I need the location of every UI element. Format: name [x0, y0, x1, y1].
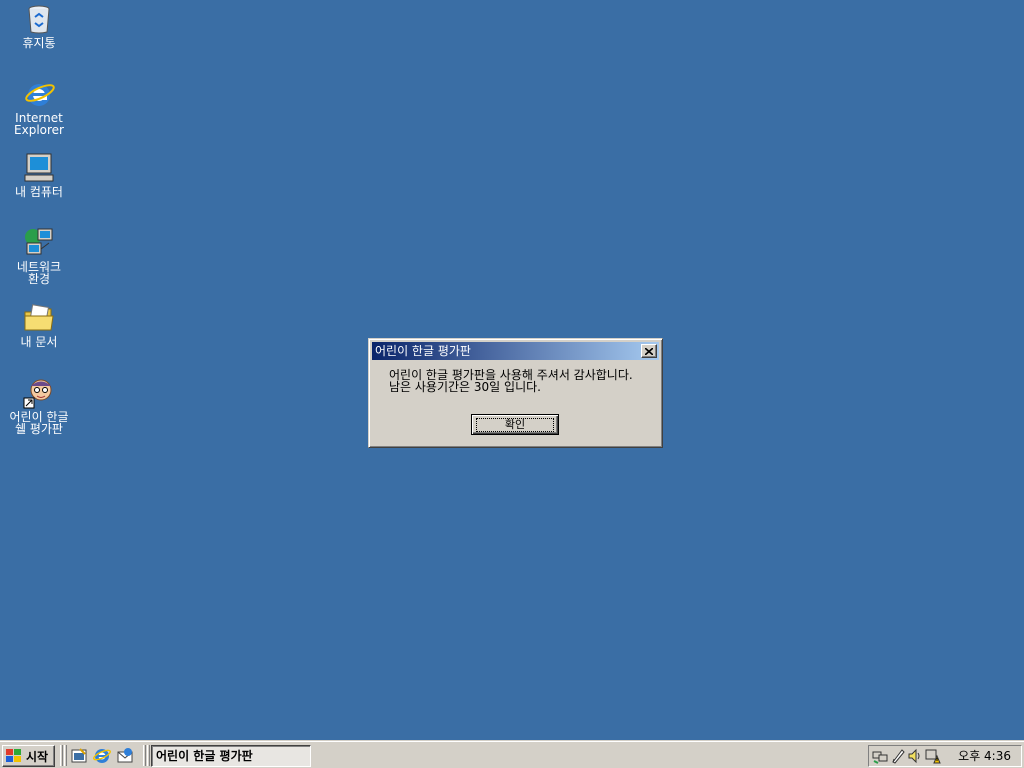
clock[interactable]: 오후 4:36	[958, 746, 1011, 766]
network-neighborhood-icon	[23, 227, 55, 259]
internet-explorer-icon[interactable]	[93, 747, 111, 765]
desktop-icon-label: Internet Explorer	[14, 111, 64, 137]
trial-notice-dialog: 어린이 한글 평가판 어린이 한글 평가판을 사용해 주셔서 감사합니다. 남은…	[368, 338, 663, 448]
windows-logo-icon	[6, 749, 21, 762]
recycle-bin-icon	[23, 3, 55, 35]
volume-icon[interactable]	[907, 748, 923, 764]
kids-hangul-shortcut-icon	[23, 377, 55, 409]
dialog-titlebar[interactable]: 어린이 한글 평가판	[372, 342, 659, 360]
ok-button[interactable]: 확인	[471, 414, 559, 435]
taskbar-button-label: 어린이 한글 평가판	[156, 749, 253, 763]
desktop-icon-label: 어린이 한글 쉘 평가판	[9, 410, 69, 436]
dialog-title: 어린이 한글 평가판	[375, 344, 471, 358]
internet-explorer-icon	[23, 78, 55, 110]
desktop-icon-label: 네트워크 환경	[16, 260, 62, 286]
taskbar-button-kids-hangul[interactable]: 어린이 한글 평가판	[151, 745, 311, 767]
dialog-close-button[interactable]	[641, 344, 657, 358]
start-button[interactable]: 시작	[2, 745, 55, 767]
desktop-icon-label: 내 문서	[20, 335, 58, 349]
desktop-icon-kids-hangul[interactable]: 어린이 한글 쉘 평가판	[1, 377, 77, 435]
taskbar-grip[interactable]	[64, 745, 67, 766]
taskbar-grip[interactable]	[147, 745, 150, 766]
desktop-icon-network[interactable]: 네트워크 환경	[1, 227, 77, 285]
desktop-icon-internet-explorer[interactable]: Internet Explorer	[1, 78, 77, 136]
taskbar-grip[interactable]	[143, 745, 146, 766]
ok-button-label: 확인	[475, 417, 555, 432]
dialog-message: 어린이 한글 평가판을 사용해 주셔서 감사합니다. 남은 사용기간은 30일 …	[389, 369, 659, 393]
pen-tray-icon[interactable]	[890, 748, 906, 764]
close-icon	[645, 347, 653, 355]
taskbar-grip[interactable]	[60, 745, 63, 766]
outlook-express-icon[interactable]	[116, 747, 134, 765]
dialog-message-line2: 남은 사용기간은 30일 입니다.	[389, 380, 541, 394]
desktop-icon-label: 내 컴퓨터	[15, 185, 63, 199]
desktop-icon-label: 휴지통	[22, 36, 56, 50]
start-label: 시작	[26, 749, 49, 764]
desktop-icon-recycle-bin[interactable]: 휴지통	[1, 3, 77, 49]
warning-tray-icon[interactable]	[925, 748, 941, 764]
my-computer-icon	[23, 152, 55, 184]
desktop-icon-my-computer[interactable]: 내 컴퓨터	[1, 152, 77, 198]
network-tray-icon[interactable]	[872, 748, 888, 764]
system-tray: 오후 4:36	[868, 745, 1022, 767]
show-desktop-icon[interactable]	[70, 747, 88, 765]
desktop-icon-my-documents[interactable]: 내 문서	[1, 302, 77, 348]
my-documents-icon	[23, 302, 55, 334]
taskbar: 시작 어린이 한글 평가판 오후 4:36	[0, 740, 1024, 768]
